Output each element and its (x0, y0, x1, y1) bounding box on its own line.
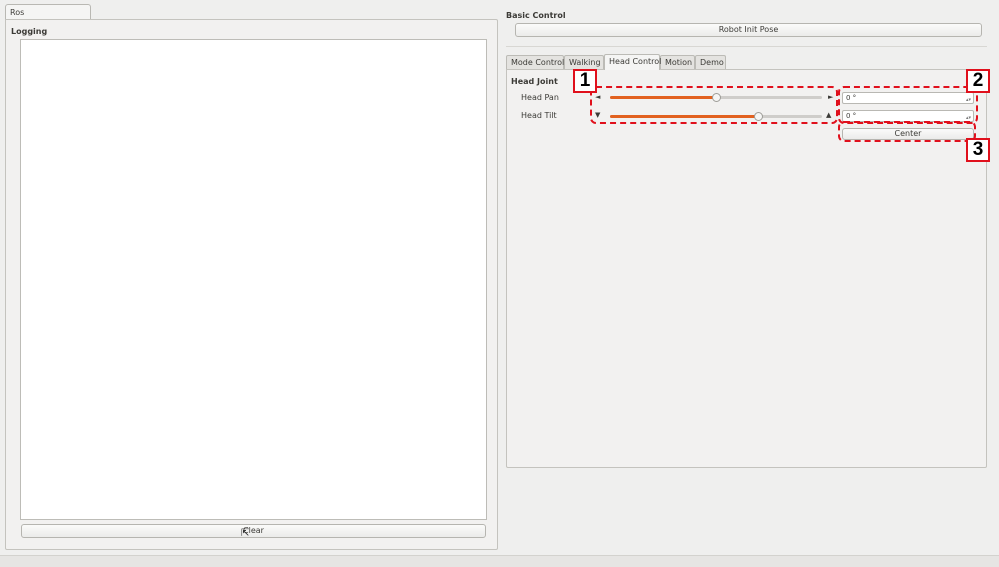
tab-mode-control[interactable]: Mode Control (506, 55, 564, 70)
tab-ros-communications[interactable]: Ros Communications (5, 4, 91, 32)
annotation-box-2 (838, 86, 978, 124)
logging-label: Logging (11, 27, 48, 36)
annotation-number-2: 2 (966, 69, 990, 93)
logging-textarea[interactable] (20, 39, 487, 520)
head-joint-label: Head Joint (511, 77, 558, 86)
mouse-cursor-icon: ⇱ (241, 528, 250, 539)
robot-init-pose-button[interactable]: Robot Init Pose (515, 23, 982, 37)
annotation-box-1 (590, 86, 838, 124)
head-tilt-label: Head Tilt (521, 111, 557, 120)
annotation-number-3: 3 (966, 138, 990, 162)
annotation-number-1: 1 (573, 69, 597, 93)
annotation-box-3 (838, 121, 976, 142)
clear-button[interactable]: Clear (21, 524, 486, 538)
status-bar (0, 555, 999, 567)
tab-walking[interactable]: Walking (564, 55, 604, 70)
tab-head-control[interactable]: Head Control (604, 54, 661, 70)
basic-control-label: Basic Control (506, 11, 566, 20)
head-pan-label: Head Pan (521, 93, 559, 102)
tab-demo[interactable]: Demo (695, 55, 726, 70)
tab-motion[interactable]: Motion (660, 55, 695, 70)
divider (506, 46, 987, 47)
